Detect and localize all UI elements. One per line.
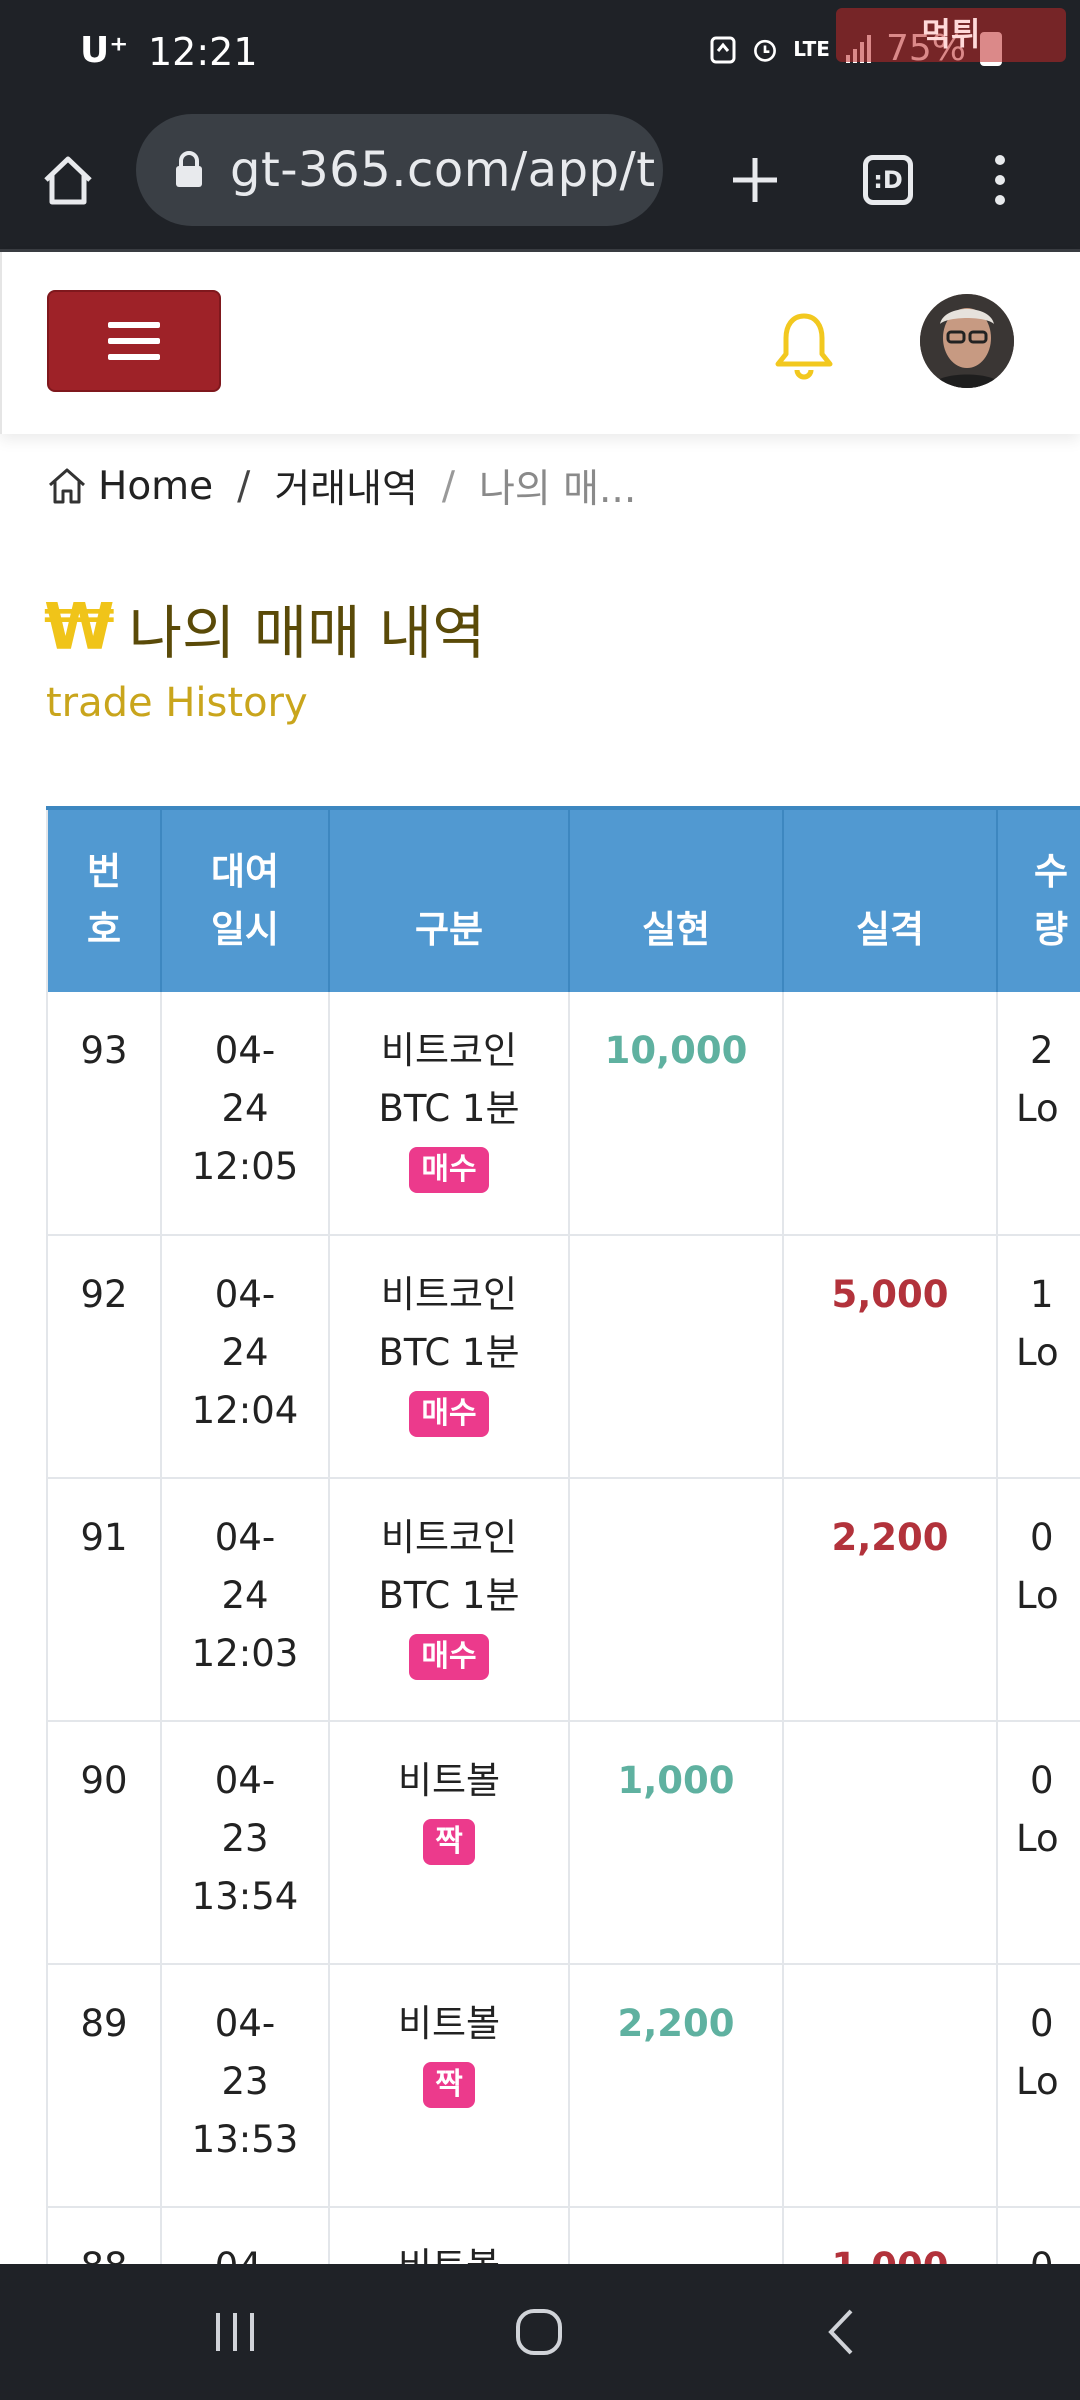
table-row[interactable]: 89 04- 23 13:53 비트볼 짝 2,200 0 Lo [46,1964,1080,2208]
cell-date: 04- 24 12:04 [161,1235,330,1479]
breadcrumb-home[interactable]: Home [98,464,213,509]
lock-icon [176,151,202,187]
avatar-image [920,294,1014,388]
home-button[interactable] [28,140,108,220]
cell-number: 90 [46,1721,162,1965]
cell-quantity: 0 Lo [997,1964,1080,2208]
table-row[interactable]: 93 04- 24 12:05 비트코인 BTC 1분 매수 10,000 2 Lo [46,992,1080,1236]
cell-quantity: 2 Lo [997,992,1080,1236]
table-row[interactable]: 90 04- 23 13:54 비트볼 짝 1,000 0 Lo [46,1721,1080,1965]
cell-quantity: 1 Lo [997,1235,1080,1479]
url-text: gt-365.com/app/t [230,142,656,198]
overflow-menu-button[interactable] [960,140,1040,220]
cell-type: 비트볼 짝 [329,1964,570,2208]
column-header-date: 대여일시 [161,806,330,992]
cell-profit [569,2207,784,2264]
page-title: ₩ 나의 매매 내역 [44,586,486,670]
breadcrumb: Home / 거래내역 / 나의 매... [46,458,636,514]
watermark-logo: 먹튀 [836,8,1066,62]
cell-quantity: 0 [997,2207,1080,2264]
breadcrumb-trade-log[interactable]: 거래내역 [274,458,418,514]
cell-date: 04- 24 12:05 [161,992,330,1236]
hamburger-icon [108,322,160,328]
side-badge: 짝 [423,1819,475,1865]
cell-date: 04- 24 12:03 [161,1478,330,1722]
tabs-button[interactable]: :D [848,140,928,220]
column-header-number: 번호 [46,806,162,992]
cell-number: 92 [46,1235,162,1479]
table-row[interactable]: 88 04- 비트볼 1,000 0 [46,2207,1080,2264]
lte-indicator: LTE [793,36,830,61]
column-header-profit: 실현 [569,806,784,992]
back-button[interactable] [796,2294,886,2370]
home-icon [44,156,92,205]
browser-toolbar: gt-365.com/app/t :D [0,110,1080,252]
cell-type: 비트코인 BTC 1분 매수 [329,1478,570,1722]
cell-quantity: 0 Lo [997,1721,1080,1965]
cell-loss: 5,000 [783,1235,998,1479]
cell-profit: 2,200 [569,1964,784,2208]
cell-profit [569,1235,784,1479]
cell-type: 비트볼 짝 [329,1721,570,1965]
cell-profit [569,1478,784,1722]
user-avatar[interactable] [920,294,1014,388]
bell-icon[interactable] [772,310,836,382]
menu-button[interactable] [47,290,221,392]
column-header-type: 구분 [329,806,570,992]
recycle-icon [710,36,736,63]
cell-type: 비트코인 BTC 1분 매수 [329,992,570,1236]
cell-number: 91 [46,1478,162,1722]
cell-date: 04- [161,2207,330,2264]
trade-history-table: 번호 대여일시 구분 실현 실격 수량 93 04- 24 12:05 비트코인 BT… [46,806,1080,2264]
page-title-text: 나의 매매 내역 [128,599,486,667]
home-nav-button[interactable] [494,2294,584,2370]
cell-loss [783,1964,998,2208]
plus-icon [733,158,777,202]
cell-loss: 1,000 [783,2207,998,2264]
column-header-loss: 실격 [783,806,998,992]
tab-count: :D [863,155,913,205]
side-badge: 매수 [409,1147,489,1193]
cell-number: 88 [46,2207,162,2264]
cell-number: 93 [46,992,162,1236]
recents-icon [216,2313,254,2351]
cell-type: 비트볼 [329,2207,570,2264]
android-nav-bar [0,2264,1080,2400]
status-bar: U⁺ 12:21 LTE 75% 먹튀 [0,0,1080,110]
table-row[interactable]: 92 04- 24 12:04 비트코인 BTC 1분 매수 5,000 1 Lo [46,1235,1080,1479]
side-badge: 짝 [423,2062,475,2108]
cell-loss [783,1721,998,1965]
column-header-quantity: 수량 [997,806,1080,992]
side-badge: 매수 [409,1391,489,1437]
address-bar[interactable]: gt-365.com/app/t [136,114,663,226]
table-row[interactable]: 91 04- 24 12:03 비트코인 BTC 1분 매수 2,200 0 Lo [46,1478,1080,1722]
cell-loss [783,992,998,1236]
breadcrumb-separator: / [237,463,251,509]
table-header-row: 번호 대여일시 구분 실현 실격 수량 [46,806,1080,992]
back-icon [828,2309,853,2355]
carrier-label: U⁺ [80,30,129,71]
cell-profit: 10,000 [569,992,784,1236]
won-icon: ₩ [44,591,115,665]
new-tab-button[interactable] [715,140,795,220]
cell-date: 04- 23 13:53 [161,1964,330,2208]
cell-date: 04- 23 13:54 [161,1721,330,1965]
clock: 12:21 [148,30,258,74]
trade-table-container[interactable]: 번호 대여일시 구분 실현 실격 수량 93 04- 24 12:05 비트코인 BT… [46,806,1080,2264]
more-vert-icon [995,155,1005,205]
cell-type: 비트코인 BTC 1분 매수 [329,1235,570,1479]
cell-quantity: 0 Lo [997,1478,1080,1722]
side-badge: 매수 [409,1634,489,1680]
home-icon [49,468,85,504]
breadcrumb-separator: / [441,463,455,509]
breadcrumb-current: 나의 매... [478,467,637,512]
cell-loss: 2,200 [783,1478,998,1722]
cell-profit: 1,000 [569,1721,784,1965]
cell-number: 89 [46,1964,162,2208]
home-circle-icon [516,2309,562,2355]
page-subtitle: trade History [46,680,308,726]
alarm-icon [754,39,777,62]
recents-button[interactable] [190,2294,280,2370]
site-header [0,252,1080,434]
